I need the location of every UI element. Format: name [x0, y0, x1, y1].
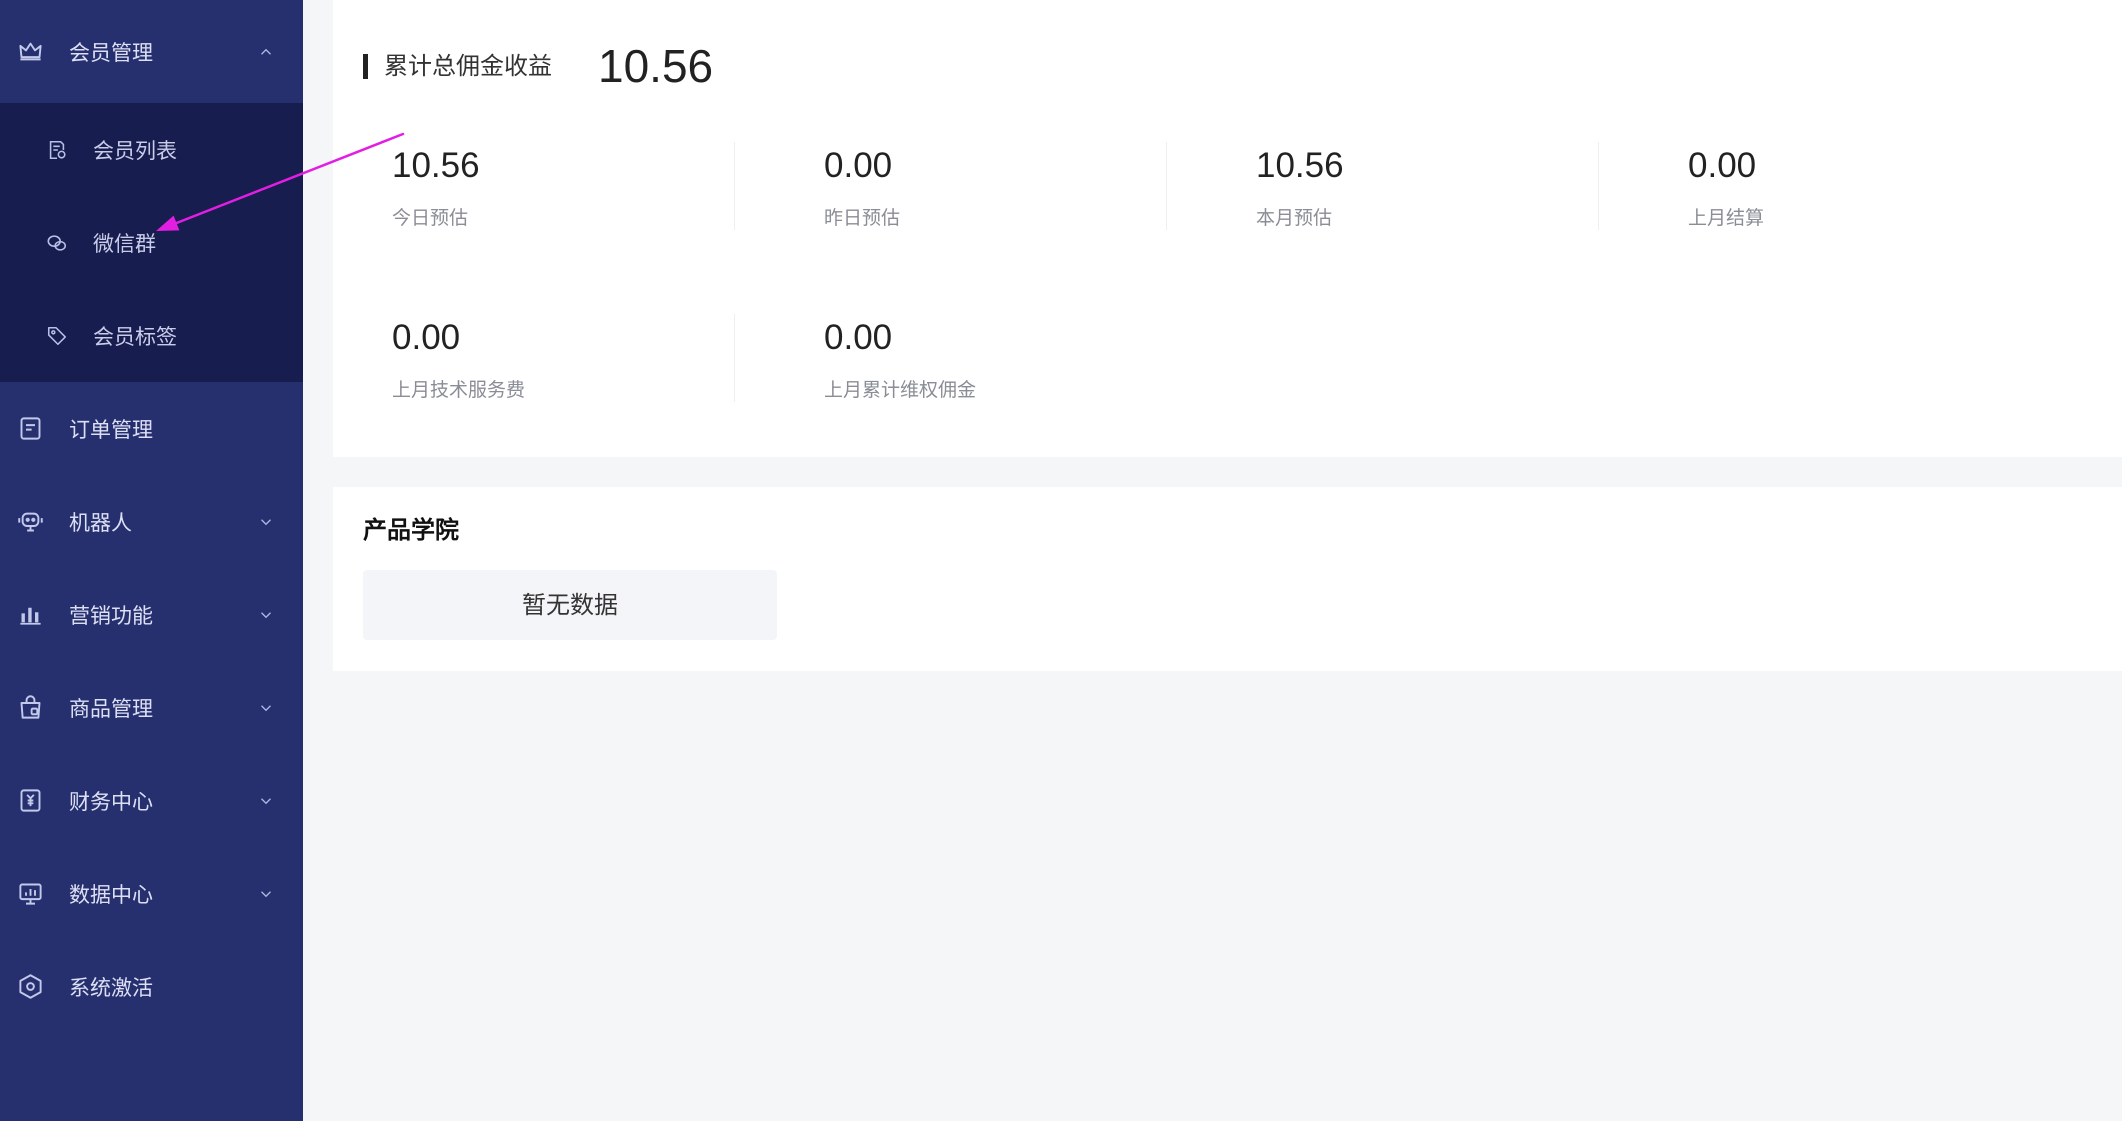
sidebar-subitem-member-list[interactable]: 会员列表	[0, 103, 303, 196]
sidebar-item-label: 订单管理	[69, 417, 153, 442]
member-submenu: 会员列表 微信群 会员标签	[0, 103, 303, 382]
stat-value: 0.00	[392, 318, 461, 357]
sidebar-subitem-wechat-group[interactable]: 微信群	[0, 196, 303, 289]
stat-label: 上月结算	[1688, 207, 1765, 229]
academy-title: 产品学院	[363, 516, 459, 544]
chevron-down-icon	[257, 513, 275, 531]
stat-last-month-rights-commission: 0.00 上月累计维权佣金	[824, 314, 1167, 402]
sidebar-subitem-label: 会员列表	[93, 138, 177, 163]
sidebar-item-marketing[interactable]: 营销功能	[0, 568, 303, 661]
sidebar-item-label: 财务中心	[69, 789, 153, 814]
crown-icon	[17, 38, 44, 65]
product-academy-card: 产品学院 暂无数据	[333, 487, 2122, 671]
robot-icon	[17, 508, 44, 535]
stat-label: 上月累计维权佣金	[824, 379, 977, 401]
sidebar-subitem-label: 微信群	[93, 231, 156, 256]
marketing-chart-icon	[17, 601, 44, 628]
stat-label: 本月预估	[1256, 207, 1333, 229]
sidebar: 会员管理 会员列表 微信群 会员标签 订单管理 机器人 营销功能 商品管理 财务…	[0, 0, 303, 1121]
sidebar-item-order-management[interactable]: 订单管理	[0, 382, 303, 475]
goods-bag-icon	[17, 694, 44, 721]
sidebar-item-label: 系统激活	[69, 975, 153, 1000]
title-accent-bar	[363, 54, 368, 79]
sidebar-item-data-center[interactable]: 数据中心	[0, 847, 303, 940]
earnings-card: 累计总佣金收益 10.56 10.56 今日预估 0.00 昨日预估 10.56…	[333, 0, 2122, 457]
sidebar-item-label: 商品管理	[69, 696, 153, 721]
stat-value: 0.00	[824, 318, 893, 357]
stat-label: 上月技术服务费	[392, 379, 526, 401]
stat-label: 今日预估	[392, 207, 469, 229]
stat-yesterday-estimate: 0.00 昨日预估	[824, 142, 1167, 230]
empty-state: 暂无数据	[363, 570, 777, 640]
member-list-icon	[46, 139, 68, 161]
sidebar-item-label: 数据中心	[69, 882, 153, 907]
sidebar-item-member-management[interactable]: 会员管理	[0, 0, 303, 103]
sidebar-item-robot[interactable]: 机器人	[0, 475, 303, 568]
stat-last-month-service-fee: 0.00 上月技术服务费	[392, 314, 735, 402]
stat-month-estimate: 10.56 本月预估	[1256, 142, 1599, 230]
sidebar-item-label: 机器人	[69, 510, 132, 535]
finance-icon	[17, 787, 44, 814]
sidebar-item-system-activation[interactable]: 系统激活	[0, 940, 303, 1033]
stat-value: 0.00	[1688, 146, 1757, 185]
chevron-down-icon	[257, 699, 275, 717]
sidebar-item-goods-management[interactable]: 商品管理	[0, 661, 303, 754]
system-hexagon-icon	[17, 973, 44, 1000]
sidebar-item-label: 营销功能	[69, 603, 153, 628]
member-tag-icon	[46, 325, 68, 347]
wechat-group-icon	[46, 232, 68, 254]
sidebar-subitem-member-tag[interactable]: 会员标签	[0, 289, 303, 382]
earnings-stats-grid: 10.56 今日预估 0.00 昨日预估 10.56 本月预估 0.00 上月结…	[392, 142, 2031, 402]
sidebar-item-finance-center[interactable]: 财务中心	[0, 754, 303, 847]
stat-value: 0.00	[824, 146, 893, 185]
chevron-down-icon	[257, 606, 275, 624]
stat-value: 10.56	[1256, 146, 1344, 185]
chevron-down-icon	[257, 792, 275, 810]
chevron-up-icon	[257, 43, 275, 61]
earnings-title: 累计总佣金收益	[384, 52, 552, 80]
stat-label: 昨日预估	[824, 207, 901, 229]
data-monitor-icon	[17, 880, 44, 907]
stat-today-estimate: 10.56 今日预估	[392, 142, 735, 230]
stat-value: 10.56	[392, 146, 480, 185]
earnings-total: 10.56	[598, 40, 714, 92]
stat-last-month-settled: 0.00 上月结算	[1688, 142, 2031, 230]
chevron-down-icon	[257, 885, 275, 903]
sidebar-item-label: 会员管理	[69, 40, 153, 65]
sidebar-subitem-label: 会员标签	[93, 324, 177, 349]
order-icon	[17, 415, 44, 442]
